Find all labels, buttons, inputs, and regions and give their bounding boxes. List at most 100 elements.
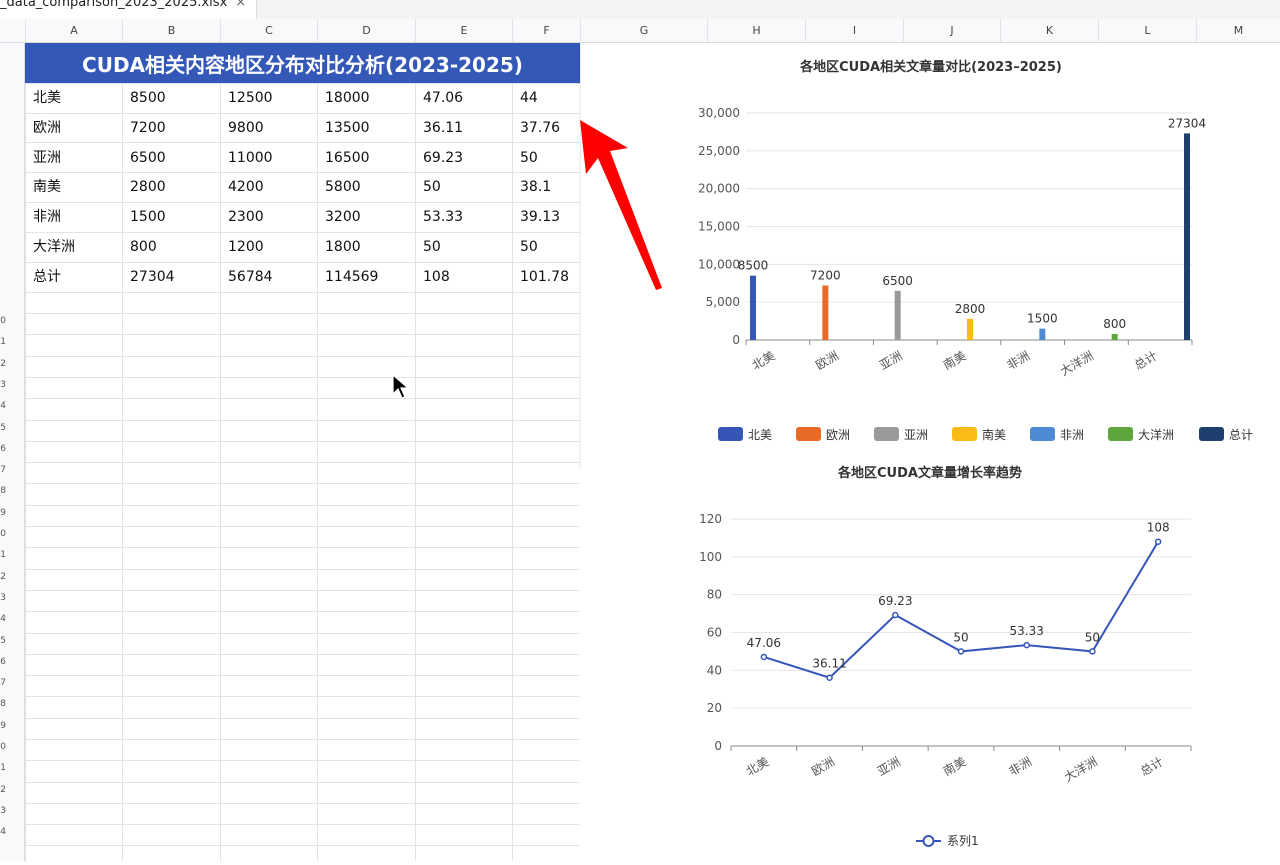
region-cell[interactable]: 欧洲 [25, 114, 122, 143]
column-header-f[interactable]: F [512, 19, 580, 43]
value-cell[interactable]: 37.76 [512, 114, 580, 143]
data-label: 50 [953, 630, 968, 644]
data-point [957, 648, 965, 655]
value-cell[interactable]: 50 [415, 233, 512, 262]
value-cell[interactable]: 108 [415, 263, 512, 292]
column-header-b[interactable]: B [122, 19, 220, 43]
row-number[interactable]: 4 [0, 614, 6, 624]
column-header-g[interactable]: G [580, 19, 707, 43]
row-number[interactable]: 3 [0, 380, 6, 390]
value-cell[interactable]: 9800 [220, 114, 317, 143]
row-number[interactable]: 2 [0, 359, 6, 369]
value-cell[interactable]: 5800 [317, 173, 415, 202]
region-cell[interactable]: 亚洲 [25, 144, 122, 173]
row-number[interactable]: 2 [0, 572, 6, 582]
region-cell[interactable]: 北美 [25, 84, 122, 113]
row-number[interactable]: 1 [0, 550, 6, 560]
value-cell[interactable]: 1500 [122, 203, 220, 232]
column-header-k[interactable]: K [1000, 19, 1098, 43]
value-cell[interactable]: 1800 [317, 233, 415, 262]
column-header-c[interactable]: C [220, 19, 317, 43]
region-cell[interactable]: 南美 [25, 173, 122, 202]
row-number[interactable]: 1 [0, 337, 6, 347]
legend-swatch [874, 427, 899, 441]
column-header-j[interactable]: J [903, 19, 1000, 43]
row-number[interactable]: 0 [0, 316, 6, 326]
column-header-h[interactable]: H [707, 19, 805, 43]
value-cell[interactable]: 50 [512, 144, 580, 173]
grid-row-line [25, 611, 580, 612]
value-cell[interactable]: 50 [512, 233, 580, 262]
sheet-title-cell[interactable]: CUDA相关内容地区分布对比分析(2023-2025) [25, 43, 580, 83]
column-header-d[interactable]: D [317, 19, 415, 43]
y-tick-label: 10,000 [698, 257, 740, 271]
row-number[interactable]: 4 [0, 827, 6, 837]
row-number[interactable]: 7 [0, 678, 6, 688]
value-cell[interactable]: 38.1 [512, 173, 580, 202]
close-icon[interactable]: × [235, 0, 246, 10]
value-cell[interactable]: 44 [512, 84, 580, 113]
value-cell[interactable]: 1200 [220, 233, 317, 262]
column-header-i[interactable]: I [805, 19, 903, 43]
region-cell[interactable]: 总计 [25, 263, 122, 292]
value-cell[interactable]: 12500 [220, 84, 317, 113]
region-cell[interactable]: 非洲 [25, 203, 122, 232]
region-cell[interactable]: 大洋洲 [25, 233, 122, 262]
row-number[interactable]: 6 [0, 657, 6, 667]
data-label: 36.11 [812, 657, 846, 671]
row-number[interactable]: 8 [0, 486, 6, 496]
row-number[interactable]: 6 [0, 444, 6, 454]
value-cell[interactable]: 56784 [220, 263, 317, 292]
y-tick-label: 5,000 [706, 295, 740, 309]
value-cell[interactable]: 13500 [317, 114, 415, 143]
row-number[interactable]: 1 [0, 763, 6, 773]
column-header-a[interactable]: A [25, 19, 122, 43]
row-number[interactable]: 8 [0, 699, 6, 709]
value-cell[interactable]: 6500 [122, 144, 220, 173]
row-number[interactable]: 0 [0, 742, 6, 752]
value-cell[interactable]: 36.11 [415, 114, 512, 143]
column-header-e[interactable]: E [415, 19, 512, 43]
value-cell[interactable]: 69.23 [415, 144, 512, 173]
grid-row-line [25, 334, 580, 335]
value-cell[interactable]: 47.06 [415, 84, 512, 113]
bar-chart-card[interactable]: 各地区CUDA相关文章量对比(2023–2025) 0 5,000 10,000 15… [580, 43, 1280, 469]
value-cell[interactable]: 800 [122, 233, 220, 262]
row-number[interactable]: 7 [0, 465, 6, 475]
value-cell[interactable]: 8500 [122, 84, 220, 113]
column-header-l[interactable]: L [1098, 19, 1196, 43]
file-tab[interactable]: _data_comparison_2023_2025.xlsx × [0, 0, 258, 19]
row-number[interactable]: 2 [0, 785, 6, 795]
line-chart-card[interactable]: 各地区CUDA文章量增长率趋势 0 20 40 60 80 100 120 北美 欧洲 亚洲 南美 非… [580, 466, 1280, 861]
value-cell[interactable]: 53.33 [415, 203, 512, 232]
legend-marker [922, 835, 935, 847]
data-point [1154, 538, 1162, 545]
value-cell[interactable]: 39.13 [512, 203, 580, 232]
row-number[interactable]: 5 [0, 636, 6, 646]
value-cell[interactable]: 4200 [220, 173, 317, 202]
row-number[interactable]: 5 [0, 423, 6, 433]
row-number[interactable]: 4 [0, 401, 6, 411]
value-cell[interactable]: 101.78 [512, 263, 580, 292]
grid-row-line [25, 441, 580, 442]
row-number[interactable]: 3 [0, 806, 6, 816]
value-cell[interactable]: 3200 [317, 203, 415, 232]
data-point [1023, 641, 1030, 649]
value-cell[interactable]: 7200 [122, 114, 220, 143]
column-header-m[interactable]: M [1196, 19, 1280, 43]
legend-swatch [718, 427, 743, 441]
row-number[interactable]: 9 [0, 721, 6, 731]
row-number[interactable]: 3 [0, 593, 6, 603]
value-cell[interactable]: 2300 [220, 203, 317, 232]
value-cell[interactable]: 11000 [220, 144, 317, 173]
value-cell[interactable]: 2800 [122, 173, 220, 202]
value-cell[interactable]: 50 [415, 173, 512, 202]
value-cell[interactable]: 18000 [317, 84, 415, 113]
value-cell[interactable]: 16500 [317, 144, 415, 173]
value-cell[interactable]: 114569 [317, 263, 415, 292]
y-tick-label: 25,000 [698, 144, 740, 158]
row-number[interactable]: 0 [0, 529, 6, 539]
legend-swatch [1108, 427, 1133, 441]
row-number[interactable]: 9 [0, 508, 6, 518]
value-cell[interactable]: 27304 [122, 263, 220, 292]
